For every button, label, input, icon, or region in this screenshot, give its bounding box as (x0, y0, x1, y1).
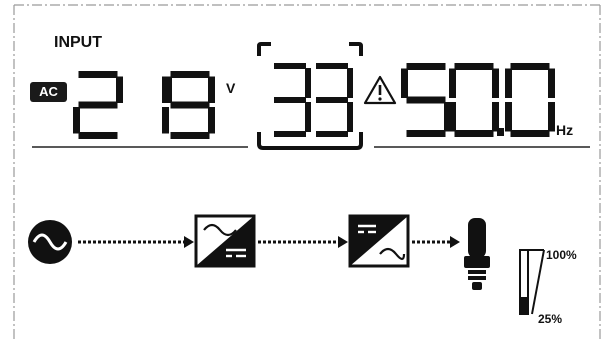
voltage-digit-1 (73, 71, 123, 139)
input-label: INPUT (54, 34, 102, 51)
voltage-digit-3 (165, 71, 215, 139)
frequency-unit: Hz (556, 122, 574, 138)
ac-source-icon (28, 220, 72, 264)
rectifier-icon (194, 214, 256, 268)
flow-arrow-2 (258, 236, 348, 248)
gauge-top-label: 100% (546, 248, 577, 262)
frequency-digit-3 (505, 63, 555, 137)
center-digit-2 (316, 63, 353, 137)
gauge-bottom-label: 25% (538, 312, 563, 326)
frequency-digit-1 (401, 63, 451, 137)
frequency-digit-2 (449, 63, 499, 137)
inverter-icon (348, 214, 410, 268)
warning-icon (363, 75, 397, 105)
flow-arrow-1 (78, 236, 194, 248)
bulb-icon (464, 218, 490, 290)
center-digit-1 (274, 63, 311, 137)
flow-arrow-3 (412, 236, 460, 248)
power-flow-diagram (28, 214, 545, 315)
ac-badge: AC (30, 82, 67, 102)
level-gauge-fill (521, 297, 527, 313)
level-gauge (519, 249, 545, 315)
voltage-unit: V (226, 80, 236, 96)
voltage-digit-2 (162, 76, 169, 134)
